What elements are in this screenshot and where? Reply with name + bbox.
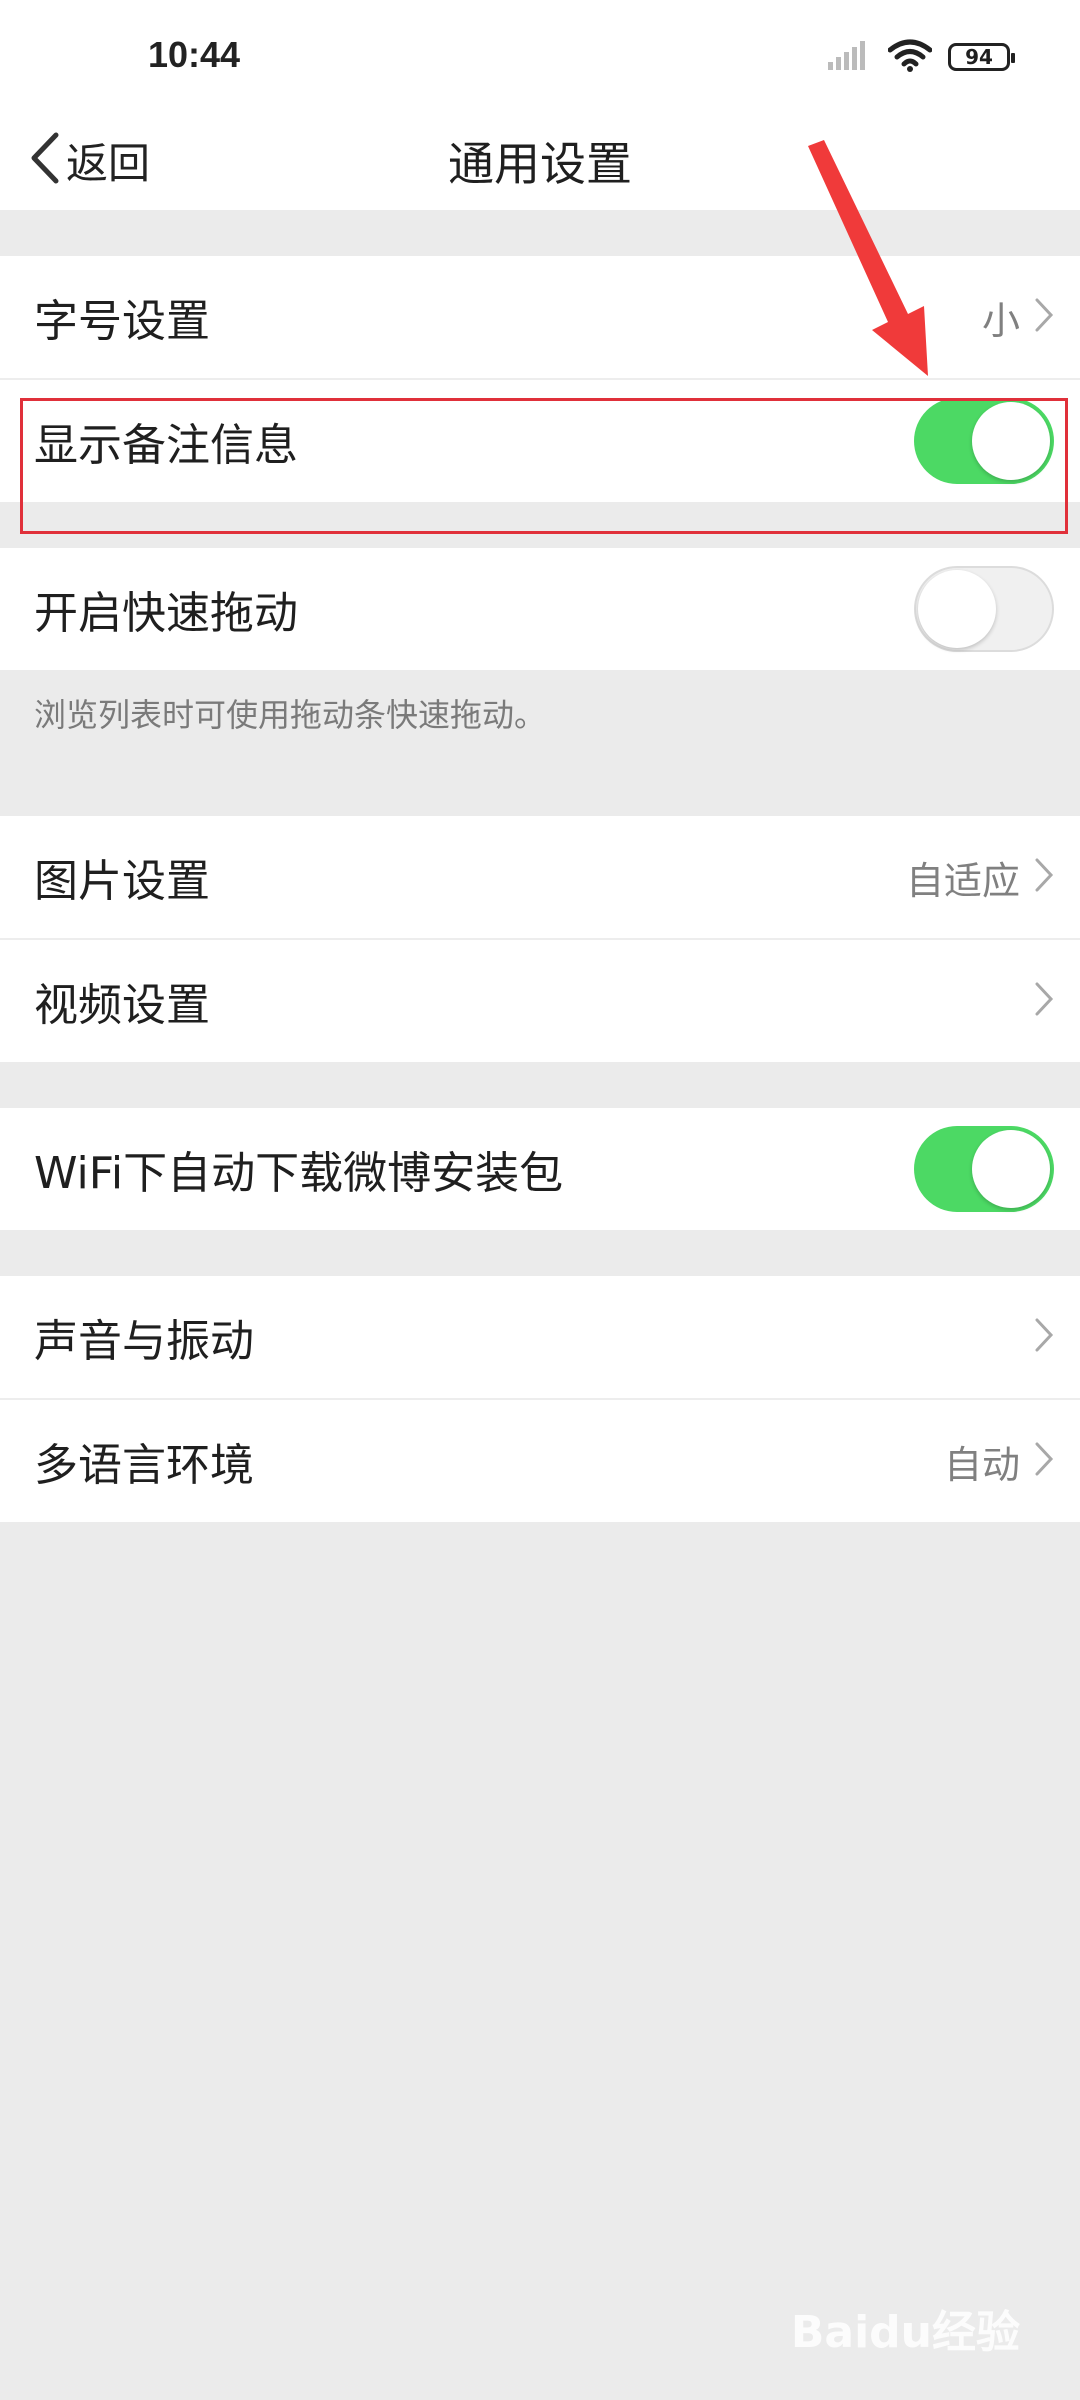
chevron-right-icon	[1034, 1317, 1054, 1357]
status-bar: 10:44 94	[0, 0, 1080, 110]
row-value: 自适应	[905, 858, 1020, 903]
wifi-download-toggle[interactable]	[914, 1126, 1054, 1212]
row-value: 自动	[943, 1442, 1020, 1487]
row-label: 开启快速拖动	[34, 588, 298, 639]
row-label: WiFi下自动下载微博安装包	[34, 1148, 564, 1199]
status-icons: 94	[828, 38, 1015, 76]
status-time: 10:44	[148, 34, 241, 75]
row-label: 视频设置	[34, 980, 210, 1031]
signal-icon	[828, 40, 872, 74]
row-label: 声音与振动	[34, 1316, 254, 1367]
wifi-icon	[887, 38, 933, 76]
fast-drag-hint: 浏览列表时可使用拖动条快速拖动。	[34, 696, 547, 734]
row-label: 多语言环境	[34, 1440, 254, 1491]
watermark-logo: Baidu经验	[790, 2307, 1020, 2358]
chevron-right-icon	[1034, 1441, 1054, 1481]
row-label: 字号设置	[34, 296, 210, 347]
settings-row-language[interactable]: 多语言环境 自动	[0, 1400, 1080, 1522]
annotation-arrow-icon	[808, 140, 928, 376]
fast-drag-toggle[interactable]	[914, 566, 1054, 652]
row-value: 小	[981, 298, 1020, 343]
toggle-knob	[972, 402, 1050, 480]
row-label: 图片设置	[34, 856, 210, 907]
chevron-right-icon	[1034, 297, 1054, 337]
settings-row-sound[interactable]: 声音与振动	[0, 1276, 1080, 1398]
show-remark-toggle[interactable]	[914, 398, 1054, 484]
settings-row-wifi-download[interactable]: WiFi下自动下载微博安装包	[0, 1108, 1080, 1230]
toggle-knob	[972, 1130, 1050, 1208]
settings-row-image[interactable]: 图片设置 自适应	[0, 816, 1080, 938]
chevron-right-icon	[1034, 981, 1054, 1021]
settings-row-fast-drag[interactable]: 开启快速拖动	[0, 548, 1080, 670]
battery-icon: 94	[948, 43, 1015, 71]
chevron-right-icon	[1034, 857, 1054, 897]
settings-row-show-remark[interactable]: 显示备注信息	[0, 380, 1080, 502]
toggle-knob	[918, 570, 996, 648]
settings-row-video[interactable]: 视频设置	[0, 940, 1080, 1062]
row-label: 显示备注信息	[34, 420, 298, 471]
